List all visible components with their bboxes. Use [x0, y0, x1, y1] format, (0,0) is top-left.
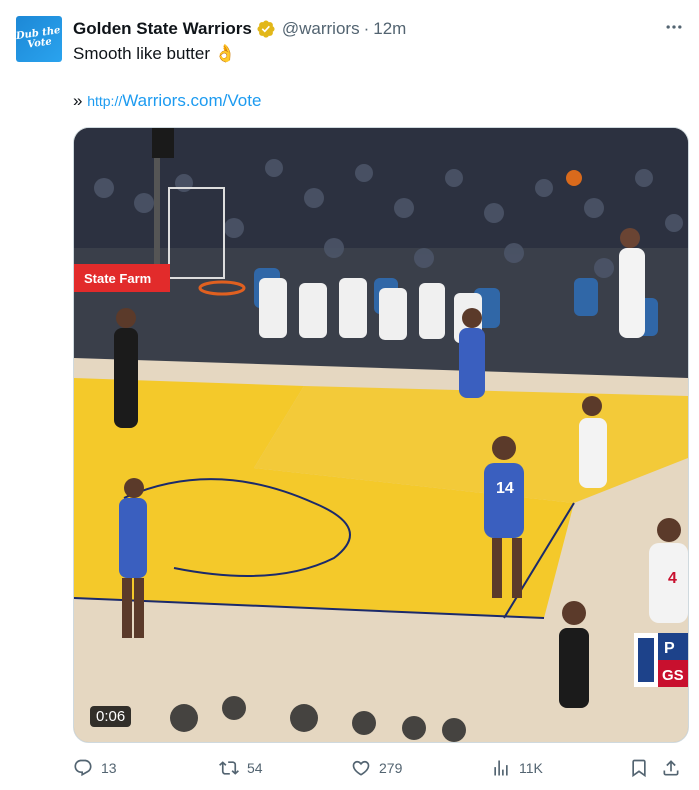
- video-duration-badge: 0:06: [90, 706, 132, 727]
- reply-icon: [74, 759, 92, 777]
- scorebug-top: P: [664, 640, 675, 657]
- avatar-logo-text: Dub the Vote: [16, 24, 62, 51]
- retweet-icon: [219, 761, 239, 775]
- bookmark-button[interactable]: [629, 755, 657, 781]
- author-name[interactable]: Golden State Warriors: [73, 19, 252, 39]
- tweet-link[interactable]: Warriors.com/Vote: [122, 91, 261, 110]
- video-frame: State Farm 14 4 P GS: [74, 128, 688, 742]
- arena-sign-text: State Farm: [84, 271, 151, 286]
- scorebug-bottom: GS: [662, 667, 684, 684]
- bookmark-icon: [632, 759, 646, 778]
- like-count: 279: [379, 760, 403, 776]
- tweet-actions-bar: 13 54 279 11K: [73, 755, 683, 781]
- retweet-count: 54: [247, 760, 263, 776]
- analytics-icon: [494, 760, 508, 776]
- link-protocol[interactable]: http://: [87, 93, 122, 109]
- tweet-text: Smooth like butter 👌: [73, 44, 236, 63]
- jersey-number-14: 14: [496, 480, 514, 497]
- views-count: 11K: [519, 760, 543, 776]
- share-button[interactable]: [661, 755, 689, 781]
- more-options-icon[interactable]: [661, 14, 687, 40]
- views-button[interactable]: 11K: [491, 755, 543, 781]
- video-player[interactable]: State Farm 14 4 P GS 0:06: [73, 127, 689, 743]
- tweet-header: Golden State Warriors @warriors · 12m: [73, 18, 683, 40]
- reply-button[interactable]: 13: [73, 755, 117, 781]
- retweet-button[interactable]: 54: [219, 755, 263, 781]
- heart-icon: [352, 760, 370, 776]
- tweet-timestamp[interactable]: 12m: [373, 19, 406, 39]
- header-separator: ·: [363, 19, 370, 38]
- author-avatar[interactable]: Dub the Vote: [16, 16, 62, 62]
- verified-badge-icon[interactable]: [256, 19, 276, 39]
- author-handle[interactable]: @warriors: [282, 19, 360, 39]
- jersey-number-4: 4: [668, 570, 677, 587]
- reply-count: 13: [101, 760, 117, 776]
- like-button[interactable]: 279: [351, 755, 402, 781]
- tweet-link-line: » http://Warriors.com/Vote: [73, 90, 261, 112]
- link-prefix: »: [73, 91, 83, 110]
- share-icon: [663, 760, 679, 776]
